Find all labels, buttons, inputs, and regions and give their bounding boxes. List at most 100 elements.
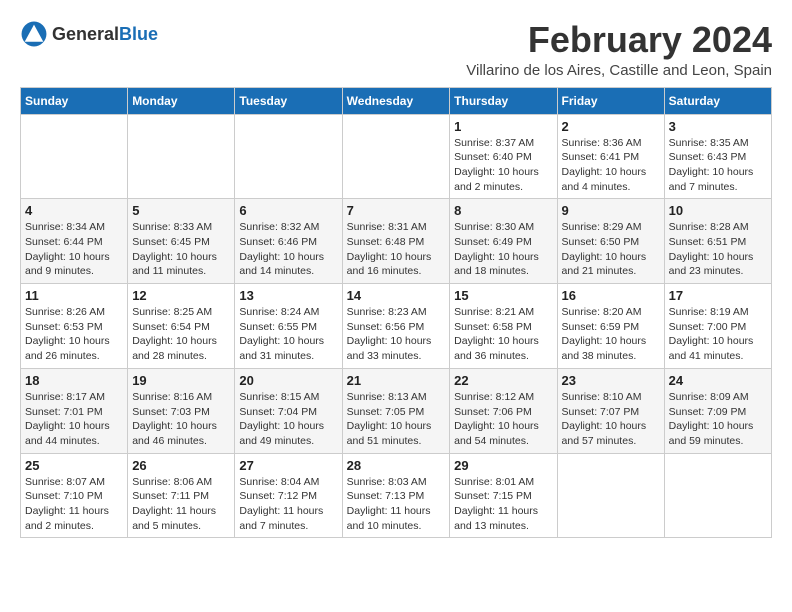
day-info: Sunrise: 8:15 AM Sunset: 7:04 PM Dayligh… [239,390,337,449]
day-number: 3 [669,119,767,134]
day-info: Sunrise: 8:34 AM Sunset: 6:44 PM Dayligh… [25,220,123,279]
week-row-4: 18 Sunrise: 8:17 AM Sunset: 7:01 PM Dayli… [21,368,772,453]
day-number: 8 [454,203,552,218]
day-number: 23 [562,373,660,388]
day-number: 2 [562,119,660,134]
day-number: 24 [669,373,767,388]
day-number: 4 [25,203,123,218]
empty-cell [342,114,450,199]
day-info: Sunrise: 8:19 AM Sunset: 7:00 PM Dayligh… [669,305,767,364]
day-number: 18 [25,373,123,388]
day-info: Sunrise: 8:31 AM Sunset: 6:48 PM Dayligh… [347,220,446,279]
day-number: 17 [669,288,767,303]
day-cell-26: 26Sunrise: 8:06 AM Sunset: 7:11 PM Dayli… [128,453,235,538]
day-number: 13 [239,288,337,303]
day-info: Sunrise: 8:32 AM Sunset: 6:46 PM Dayligh… [239,220,337,279]
day-number: 14 [347,288,446,303]
day-cell-4: 4 Sunrise: 8:34 AM Sunset: 6:44 PM Daylig… [21,199,128,284]
day-number: 21 [347,373,446,388]
day-cell-1: 1 Sunrise: 8:37 AM Sunset: 6:40 PM Daylig… [450,114,557,199]
empty-cell [128,114,235,199]
day-cell-15: 15 Sunrise: 8:21 AM Sunset: 6:58 PM Dayli… [450,284,557,369]
day-info: Sunrise: 8:24 AM Sunset: 6:55 PM Dayligh… [239,305,337,364]
logo-general: General [52,24,119,44]
weekday-header-tuesday: Tuesday [235,87,342,114]
day-cell-24: 24 Sunrise: 8:09 AM Sunset: 7:09 PM Dayli… [664,368,771,453]
day-number: 22 [454,373,552,388]
day-number: 1 [454,119,552,134]
day-cell-2: 2 Sunrise: 8:36 AM Sunset: 6:41 PM Daylig… [557,114,664,199]
day-cell-11: 11 Sunrise: 8:26 AM Sunset: 6:53 PM Dayli… [21,284,128,369]
weekday-header-thursday: Thursday [450,87,557,114]
week-row-3: 11 Sunrise: 8:26 AM Sunset: 6:53 PM Dayli… [21,284,772,369]
day-cell-7: 7 Sunrise: 8:31 AM Sunset: 6:48 PM Daylig… [342,199,450,284]
day-cell-9: 9 Sunrise: 8:29 AM Sunset: 6:50 PM Daylig… [557,199,664,284]
day-number: 10 [669,203,767,218]
day-info: Sunrise: 8:35 AM Sunset: 6:43 PM Dayligh… [669,136,767,195]
day-info: Sunrise: 8:29 AM Sunset: 6:50 PM Dayligh… [562,220,660,279]
day-cell-8: 8 Sunrise: 8:30 AM Sunset: 6:49 PM Daylig… [450,199,557,284]
day-info: Sunrise: 8:17 AM Sunset: 7:01 PM Dayligh… [25,390,123,449]
day-info: Sunrise: 8:16 AM Sunset: 7:03 PM Dayligh… [132,390,230,449]
day-number: 16 [562,288,660,303]
day-cell-23: 23 Sunrise: 8:10 AM Sunset: 7:07 PM Dayli… [557,368,664,453]
day-info: Sunrise: 8:04 AM Sunset: 7:12 PM Dayligh… [239,475,337,534]
empty-cell [235,114,342,199]
day-number: 19 [132,373,230,388]
month-year: February 2024 [466,20,772,60]
day-info: Sunrise: 8:12 AM Sunset: 7:06 PM Dayligh… [454,390,552,449]
day-info: Sunrise: 8:26 AM Sunset: 6:53 PM Dayligh… [25,305,123,364]
location: Villarino de los Aires, Castille and Leo… [466,62,772,79]
day-info: Sunrise: 8:25 AM Sunset: 6:54 PM Dayligh… [132,305,230,364]
day-cell-12: 12 Sunrise: 8:25 AM Sunset: 6:54 PM Dayli… [128,284,235,369]
day-info: Sunrise: 8:23 AM Sunset: 6:56 PM Dayligh… [347,305,446,364]
day-info: Sunrise: 8:36 AM Sunset: 6:41 PM Dayligh… [562,136,660,195]
day-info: Sunrise: 8:21 AM Sunset: 6:58 PM Dayligh… [454,305,552,364]
day-number: 28 [347,458,446,473]
day-info: Sunrise: 8:10 AM Sunset: 7:07 PM Dayligh… [562,390,660,449]
empty-cell [557,453,664,538]
day-cell-22: 22 Sunrise: 8:12 AM Sunset: 7:06 PM Dayli… [450,368,557,453]
day-number: 12 [132,288,230,303]
day-info: Sunrise: 8:09 AM Sunset: 7:09 PM Dayligh… [669,390,767,449]
day-number: 9 [562,203,660,218]
day-cell-25: 25 Sunrise: 8:07 AM Sunset: 7:10 PM Dayli… [21,453,128,538]
day-cell-29: 29 Sunrise: 8:01 AM Sunset: 7:15 PM Dayli… [450,453,557,538]
day-cell-16: 16Sunrise: 8:20 AM Sunset: 6:59 PM Dayli… [557,284,664,369]
day-info: Sunrise: 8:03 AM Sunset: 7:13 PM Dayligh… [347,475,446,534]
day-number: 29 [454,458,552,473]
week-row-1: 1 Sunrise: 8:37 AM Sunset: 6:40 PM Daylig… [21,114,772,199]
weekday-header-monday: Monday [128,87,235,114]
day-info: Sunrise: 8:28 AM Sunset: 6:51 PM Dayligh… [669,220,767,279]
day-cell-3: 3 Sunrise: 8:35 AM Sunset: 6:43 PM Daylig… [664,114,771,199]
day-info: Sunrise: 8:01 AM Sunset: 7:15 PM Dayligh… [454,475,552,534]
day-number: 15 [454,288,552,303]
day-cell-20: 20 Sunrise: 8:15 AM Sunset: 7:04 PM Dayli… [235,368,342,453]
empty-cell [664,453,771,538]
day-number: 25 [25,458,123,473]
day-info: Sunrise: 8:07 AM Sunset: 7:10 PM Dayligh… [25,475,123,534]
weekday-header-saturday: Saturday [664,87,771,114]
calendar-table: SundayMondayTuesdayWednesdayThursdayFrid… [20,87,772,539]
day-number: 20 [239,373,337,388]
day-info: Sunrise: 8:37 AM Sunset: 6:40 PM Dayligh… [454,136,552,195]
title-block: February 2024 Villarino de los Aires, Ca… [466,20,772,79]
logo-icon [20,20,48,48]
day-cell-14: 14 Sunrise: 8:23 AM Sunset: 6:56 PM Dayli… [342,284,450,369]
logo-blue: Blue [119,24,158,44]
logo: GeneralBlue [20,20,158,48]
day-cell-5: 5Sunrise: 8:33 AM Sunset: 6:45 PM Daylig… [128,199,235,284]
day-number: 11 [25,288,123,303]
day-cell-17: 17 Sunrise: 8:19 AM Sunset: 7:00 PM Dayli… [664,284,771,369]
logo-text: GeneralBlue [52,24,158,45]
day-info: Sunrise: 8:33 AM Sunset: 6:45 PM Dayligh… [132,220,230,279]
day-number: 7 [347,203,446,218]
weekday-header-wednesday: Wednesday [342,87,450,114]
week-row-5: 25 Sunrise: 8:07 AM Sunset: 7:10 PM Dayli… [21,453,772,538]
day-cell-28: 28 Sunrise: 8:03 AM Sunset: 7:13 PM Dayli… [342,453,450,538]
day-number: 6 [239,203,337,218]
day-number: 27 [239,458,337,473]
day-info: Sunrise: 8:30 AM Sunset: 6:49 PM Dayligh… [454,220,552,279]
empty-cell [21,114,128,199]
page-header: GeneralBlue February 2024 Villarino de l… [20,20,772,79]
